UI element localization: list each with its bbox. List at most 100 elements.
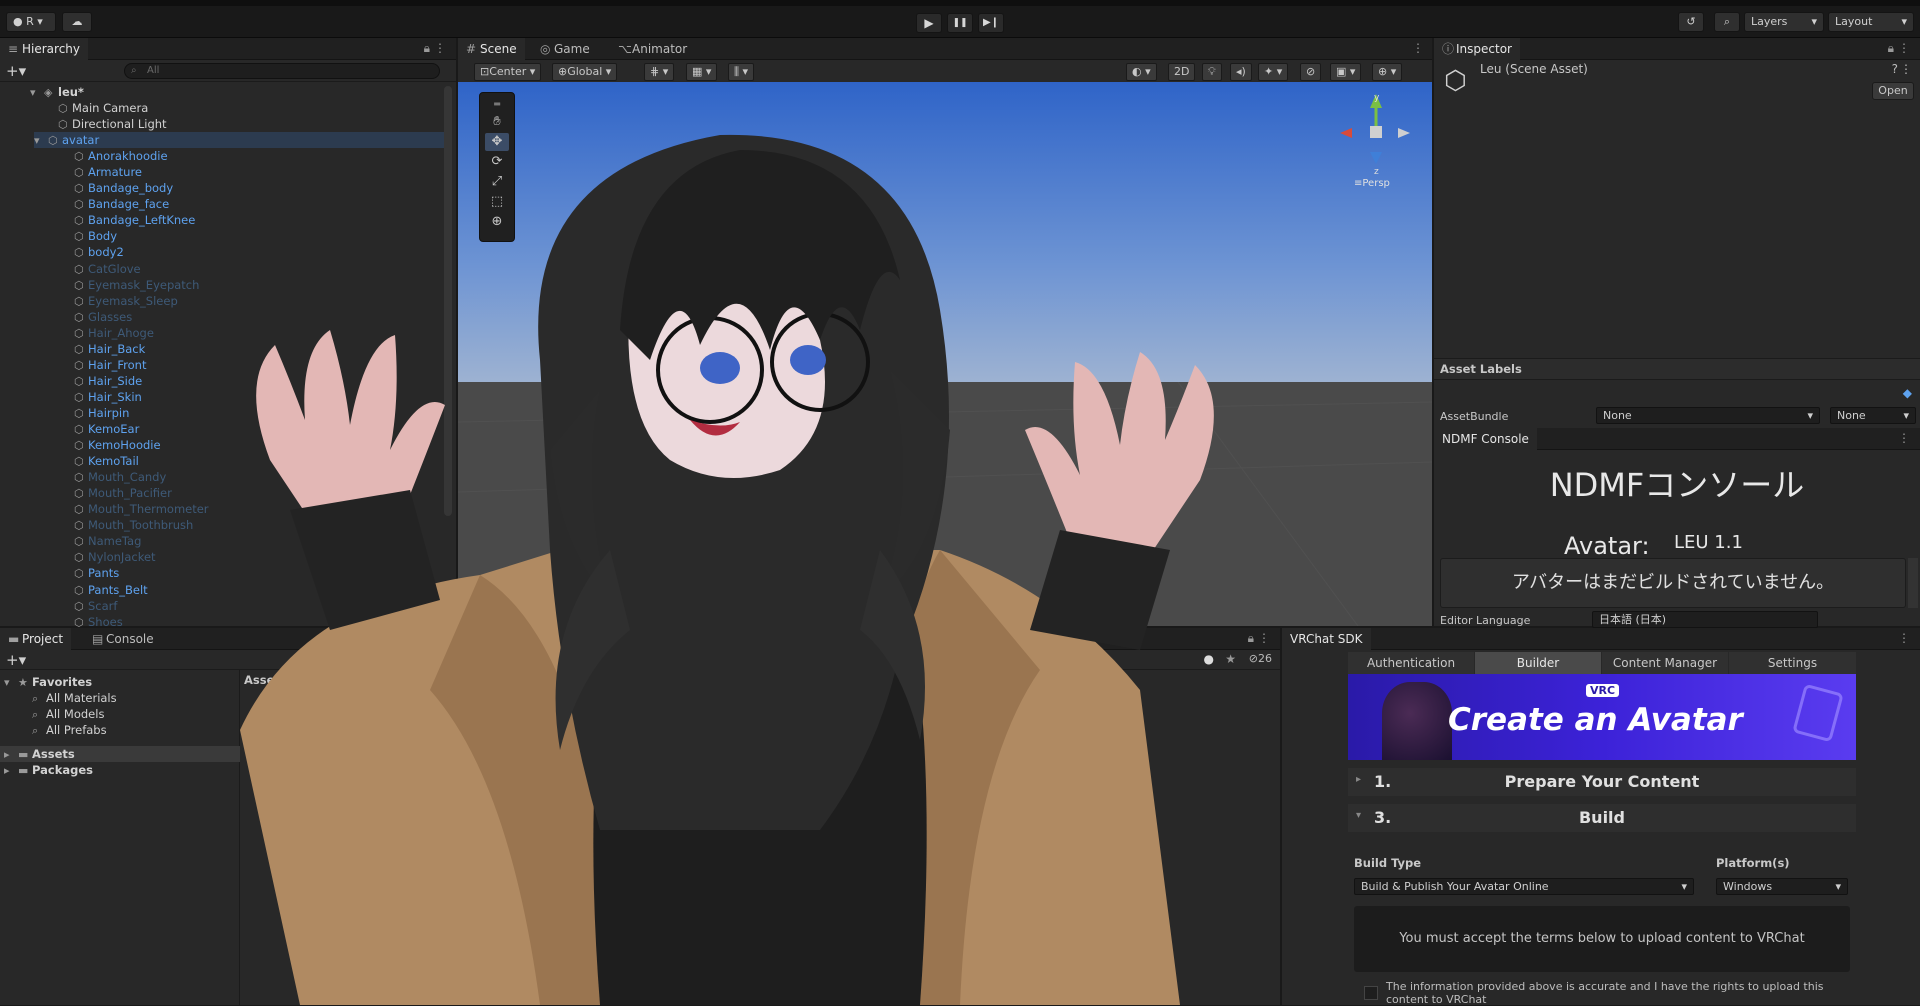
chevron-down-icon: ▾: [1807, 409, 1813, 422]
hand-tool-icon[interactable]: ✋︎: [485, 113, 509, 131]
tab-builder[interactable]: Builder: [1475, 652, 1601, 674]
hierarchy-item[interactable]: ⬡ Hairpin: [74, 405, 129, 421]
more-icon[interactable]: ⋮: [1898, 41, 1910, 55]
platforms-dropdown[interactable]: Windows ▾: [1716, 878, 1848, 895]
search-icon: ⌕: [131, 65, 137, 76]
snap-dropdown[interactable]: ⋕ ▾: [644, 63, 675, 81]
hierarchy-item[interactable]: ⬡ Hair_Front: [74, 357, 146, 373]
open-button[interactable]: Open: [1872, 82, 1914, 100]
camera-dropdown[interactable]: ▣ ▾: [1330, 63, 1362, 81]
draw-mode-dropdown[interactable]: ◐ ▾: [1126, 63, 1157, 81]
layers-dropdown[interactable]: Layers ▾: [1744, 12, 1824, 32]
hierarchy-item[interactable]: ⬡ KemoTail: [74, 453, 139, 469]
more-icon[interactable]: ⋮: [1898, 631, 1910, 645]
hierarchy-item[interactable]: ⬡ Anorakhoodie: [74, 148, 168, 164]
cloud-button[interactable]: ☁: [62, 12, 92, 32]
grip-icon[interactable]: ▬: [485, 95, 509, 113]
audio-toggle[interactable]: ◂): [1230, 63, 1252, 81]
tag-icon[interactable]: ◆: [1903, 386, 1912, 400]
tab-settings[interactable]: Settings: [1729, 652, 1856, 674]
hierarchy-item[interactable]: ⬡ KemoHoodie: [74, 437, 161, 453]
favorite-item[interactable]: ⌕ All Prefabs: [32, 722, 107, 738]
hierarchy-item[interactable]: ⬡ Scarf: [74, 598, 117, 614]
lock-icon[interactable]: 🔒︎: [1888, 41, 1894, 56]
pivot-dropdown[interactable]: ⊡Center ▾: [474, 63, 542, 81]
step-button[interactable]: ▶❙: [978, 13, 1004, 33]
avatar-character[interactable]: [180, 130, 1340, 1005]
tab-game[interactable]: ◎ Game: [532, 38, 598, 60]
step-build[interactable]: ▾ 3. Build: [1348, 804, 1856, 832]
tab-scene[interactable]: # Scene: [458, 38, 525, 60]
hierarchy-item[interactable]: ⬡ Glasses: [74, 309, 132, 325]
orientation-gizmo[interactable]: y z: [1336, 90, 1416, 180]
tab-ndmf-console[interactable]: NDMF Console: [1434, 428, 1537, 450]
hierarchy-item[interactable]: ⬡ Mouth_Toothbrush: [74, 517, 193, 533]
tab-inspector[interactable]: ⓘ Inspector: [1434, 38, 1520, 60]
hierarchy-item[interactable]: ⬡ CatGlove: [74, 261, 141, 277]
pause-button[interactable]: ❚❚: [947, 13, 973, 33]
hierarchy-item[interactable]: ⬡ Bandage_LeftKnee: [74, 212, 195, 228]
favorite-item[interactable]: ⌕ All Models: [32, 706, 104, 722]
account-button[interactable]: ● R ▾: [6, 12, 56, 32]
gizmos-dropdown[interactable]: ⊕ ▾: [1372, 63, 1403, 81]
tab-project[interactable]: ▬ Project: [0, 628, 72, 650]
help-icon[interactable]: ?: [1892, 62, 1898, 76]
lock-icon[interactable]: 🔒︎: [424, 41, 430, 56]
hierarchy-item[interactable]: ⬡ Bandage_face: [74, 196, 169, 212]
hierarchy-item[interactable]: ⬡ Mouth_Pacifier: [74, 485, 172, 501]
settings-icon[interactable]: ⋮: [1900, 62, 1912, 76]
editor-language-dropdown[interactable]: 日本語 (日本): [1592, 611, 1818, 628]
hierarchy-item[interactable]: ⬡ Directional Light: [58, 116, 167, 132]
tab-console[interactable]: ▤ Console: [84, 628, 162, 650]
layout-dropdown[interactable]: Layout ▾: [1828, 12, 1914, 32]
hierarchy-item[interactable]: ⬡ Eyemask_Sleep: [74, 293, 178, 309]
ndmf-scrollbar[interactable]: [1908, 558, 1918, 608]
hierarchy-item[interactable]: ⬡ Main Camera: [58, 100, 148, 116]
grid-dropdown[interactable]: ▦ ▾: [686, 63, 718, 81]
assetbundle-variant-dropdown[interactable]: None ▾: [1830, 407, 1916, 424]
hierarchy-item[interactable]: ⬡ NameTag: [74, 533, 141, 549]
hierarchy-item[interactable]: ⬡ Body: [74, 228, 117, 244]
hierarchy-item[interactable]: ⬡ Hair_Ahoge: [74, 325, 154, 341]
hierarchy-item[interactable]: ⬡ NylonJacket: [74, 549, 156, 565]
space-dropdown[interactable]: ⊕Global ▾: [552, 63, 618, 81]
hierarchy-item[interactable]: ⬡ Mouth_Candy: [74, 469, 166, 485]
play-button[interactable]: ▶: [916, 13, 942, 33]
build-type-dropdown[interactable]: Build & Publish Your Avatar Online ▾: [1354, 878, 1694, 895]
hierarchy-item[interactable]: ⬡ Bandage_body: [74, 180, 173, 196]
increment-dropdown[interactable]: ⫼ ▾: [728, 63, 755, 81]
hierarchy-item[interactable]: ⬡ body2: [74, 244, 124, 260]
tab-animator[interactable]: ⌥Animator: [610, 38, 695, 60]
history-button[interactable]: ↺: [1678, 12, 1704, 32]
more-icon[interactable]: ⋮: [434, 41, 446, 55]
projection-label[interactable]: ≡Persp: [1354, 178, 1390, 189]
effects-dropdown[interactable]: ✦ ▾: [1258, 63, 1289, 81]
hierarchy-item[interactable]: ⬡ Pants: [74, 565, 119, 581]
more-icon[interactable]: ⋮: [1412, 41, 1424, 55]
more-icon[interactable]: ⋮: [1898, 431, 1910, 445]
2d-toggle[interactable]: 2D: [1168, 63, 1196, 81]
hierarchy-item[interactable]: ⬡ Hair_Side: [74, 373, 142, 389]
add-icon[interactable]: +▾: [6, 62, 26, 80]
visibility-toggle[interactable]: ⊘: [1300, 63, 1322, 81]
tab-content-manager[interactable]: Content Manager: [1602, 652, 1728, 674]
add-icon[interactable]: +▾: [6, 651, 26, 669]
hierarchy-item[interactable]: ⬡ Armature: [74, 164, 142, 180]
hierarchy-item[interactable]: ⬡ Hair_Skin: [74, 389, 142, 405]
tab-console-label: Console: [106, 632, 154, 646]
hierarchy-item[interactable]: ⬡ KemoEar: [74, 421, 139, 437]
step-prepare-content[interactable]: ▸ 1. Prepare Your Content: [1348, 768, 1856, 796]
rights-checkbox[interactable]: [1364, 986, 1378, 1000]
search-button[interactable]: ⌕: [1714, 12, 1740, 32]
favorite-item[interactable]: ⌕ All Materials: [32, 690, 117, 706]
scene-root-row[interactable]: ▾ ◈ leu*: [30, 84, 84, 100]
hierarchy-search-input[interactable]: ⌕ All: [124, 63, 440, 79]
hierarchy-item[interactable]: ⬡ Hair_Back: [74, 341, 145, 357]
favorites-row[interactable]: ▾ ★ Favorites: [4, 674, 92, 690]
hierarchy-item[interactable]: ⬡ Pants_Belt: [74, 582, 148, 598]
assetbundle-dropdown[interactable]: None ▾: [1596, 407, 1820, 424]
tab-authentication[interactable]: Authentication: [1348, 652, 1474, 674]
packages-root-row[interactable]: ▸ ▬ Packages: [4, 762, 93, 778]
tab-hierarchy[interactable]: ≡ Hierarchy: [0, 38, 89, 60]
lighting-toggle[interactable]: 💡︎: [1202, 63, 1222, 81]
